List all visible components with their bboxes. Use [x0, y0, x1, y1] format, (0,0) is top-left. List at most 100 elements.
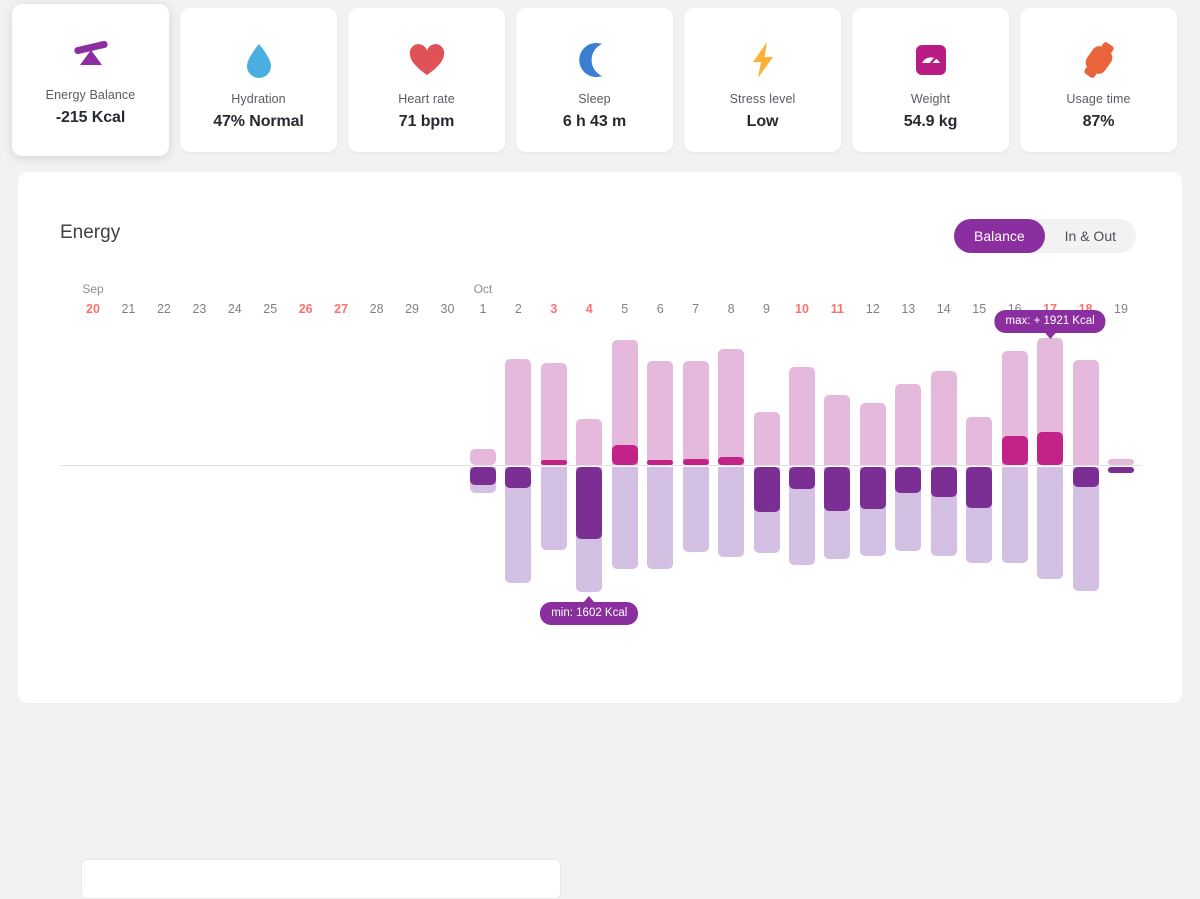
bar-calories-in — [682, 361, 709, 465]
bar-group[interactable] — [718, 328, 745, 658]
metric-label: Heart rate — [398, 92, 455, 106]
bar-balance-negative — [576, 467, 603, 539]
bar-group[interactable] — [1037, 328, 1064, 658]
weight-scale-icon — [909, 34, 953, 86]
bar-group[interactable] — [647, 328, 674, 658]
moon-icon — [573, 34, 617, 86]
bar-balance-positive — [682, 459, 709, 465]
lightning-bolt-icon — [741, 34, 785, 86]
date-tick-10: 10 — [795, 302, 809, 316]
metric-label: Usage time — [1066, 92, 1131, 106]
bar-group[interactable] — [1001, 328, 1028, 658]
chart-view-toggle[interactable]: Balance In & Out — [954, 219, 1136, 253]
metric-value: 71 bpm — [398, 113, 455, 130]
bar-calories-out — [611, 467, 638, 569]
date-tick-5: 5 — [621, 302, 629, 316]
bar-calories-out — [1001, 467, 1028, 563]
bar-calories-in — [469, 449, 496, 465]
metric-card-weight[interactable]: Weight 54.9 kg — [852, 8, 1009, 152]
bar-group[interactable] — [895, 328, 922, 658]
bar-group[interactable] — [1072, 328, 1099, 658]
water-drop-icon — [237, 34, 281, 86]
date-tick-25: 25 — [263, 302, 278, 316]
bar-balance-positive — [647, 460, 674, 465]
metric-label: Energy Balance — [45, 88, 136, 102]
page-title: Energy — [60, 222, 121, 243]
metric-value: -215 Kcal — [55, 109, 126, 126]
bar-calories-in — [647, 361, 674, 465]
bar-group[interactable] — [682, 328, 709, 658]
date-tick-21: 21 — [121, 302, 136, 316]
metric-label: Stress level — [729, 92, 796, 106]
metric-value: 87% — [1082, 113, 1115, 130]
date-tick-13: 13 — [901, 302, 916, 316]
bar-group[interactable] — [966, 328, 993, 658]
bar-balance-positive — [718, 457, 745, 465]
smartwatch-icon — [1077, 34, 1121, 86]
bar-group[interactable] — [788, 328, 815, 658]
bar-balance-negative — [753, 467, 780, 512]
date-tick-27: 27 — [334, 302, 349, 316]
date-tick-9: 9 — [763, 302, 770, 316]
date-tick-11: 11 — [830, 302, 845, 316]
date-tick-28: 28 — [369, 302, 384, 316]
date-tick-29: 29 — [405, 302, 419, 316]
metric-card-stress-level[interactable]: Stress level Low — [684, 8, 841, 152]
bar-calories-in — [966, 417, 993, 465]
bar-group[interactable] — [753, 328, 780, 658]
date-tick-23: 23 — [192, 302, 207, 316]
bar-calories-out — [540, 467, 567, 550]
date-tick-1: 1 — [479, 302, 487, 316]
bar-group[interactable] — [505, 328, 532, 658]
bar-calories-in — [859, 403, 886, 465]
month-label-oct: Oct — [473, 282, 493, 296]
energy-balance-chart: max: + 1921 Kcal min: 1602 Kcal — [18, 310, 1182, 658]
bar-calories-in — [788, 367, 815, 465]
metric-card-usage-time[interactable]: Usage time 87% — [1020, 8, 1177, 152]
bar-balance-negative — [895, 467, 922, 493]
bar-calories-in — [505, 359, 532, 465]
metric-card-hydration[interactable]: Hydration 47% Normal — [180, 8, 337, 152]
bar-group[interactable] — [930, 328, 957, 658]
bar-group[interactable] — [859, 328, 886, 658]
date-tick-6: 6 — [656, 302, 664, 316]
bar-balance-negative — [824, 467, 851, 511]
bar-group[interactable] — [469, 328, 496, 658]
bar-calories-in — [1072, 360, 1099, 465]
metric-label: Hydration — [231, 92, 286, 106]
scale-icon — [69, 30, 113, 82]
bar-calories-in — [718, 349, 745, 465]
date-tick-26: 26 — [298, 302, 313, 316]
metric-cards-row: Energy Balance -215 Kcal Hydration 47% Norm… — [12, 4, 1188, 156]
bar-calories-out — [718, 467, 745, 557]
bar-calories-in — [895, 384, 922, 465]
bar-calories-in — [1108, 459, 1134, 465]
toggle-in-and-out[interactable]: In & Out — [1045, 219, 1136, 253]
metric-card-energy-balance[interactable]: Energy Balance -215 Kcal — [12, 4, 169, 156]
bar-calories-in — [753, 412, 780, 465]
metric-label: Weight — [910, 92, 951, 106]
date-tick-20: 20 — [86, 302, 100, 316]
heart-icon — [405, 34, 449, 86]
bar-balance-negative — [788, 467, 815, 489]
bar-balance-negative — [930, 467, 957, 497]
bar-calories-out — [1037, 467, 1064, 579]
bar-calories-in — [540, 363, 567, 465]
bar-balance-positive — [1037, 432, 1064, 465]
date-tick-22: 22 — [156, 302, 171, 316]
bar-calories-out — [682, 467, 709, 552]
metric-card-heart-rate[interactable]: Heart rate 71 bpm — [348, 8, 505, 152]
date-tick-24: 24 — [227, 302, 242, 316]
bar-balance-negative — [966, 467, 993, 508]
toggle-balance[interactable]: Balance — [954, 219, 1045, 253]
metric-card-sleep[interactable]: Sleep 6 h 43 m — [516, 8, 673, 152]
bar-group[interactable] — [1108, 328, 1134, 658]
date-tick-8: 8 — [727, 302, 735, 316]
bar-balance-negative — [859, 467, 886, 509]
bar-balance-negative — [505, 467, 532, 488]
bar-group[interactable] — [824, 328, 851, 658]
bar-calories-in — [930, 371, 957, 465]
bottom-input-box[interactable] — [81, 859, 561, 899]
bar-balance-negative — [1072, 467, 1099, 487]
date-tick-12: 12 — [865, 302, 880, 316]
